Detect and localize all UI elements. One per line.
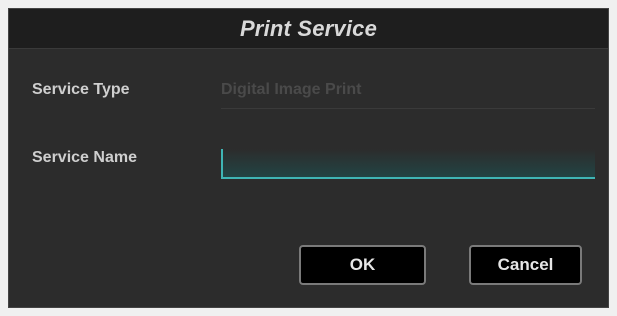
service-name-input[interactable] [223,149,595,177]
dialog-title: Print Service [239,15,378,41]
print-service-dialog: Print Service Service Type Digital Image… [8,8,609,308]
service-type-label: Service Type [32,81,130,98]
service-name-field[interactable] [221,149,595,179]
service-name-label: Service Name [32,149,137,166]
dialog-titlebar: Print Service [9,9,608,49]
cancel-button[interactable]: Cancel [469,245,582,285]
ok-button[interactable]: OK [299,245,426,285]
service-type-value: Digital Image Print [221,81,595,109]
